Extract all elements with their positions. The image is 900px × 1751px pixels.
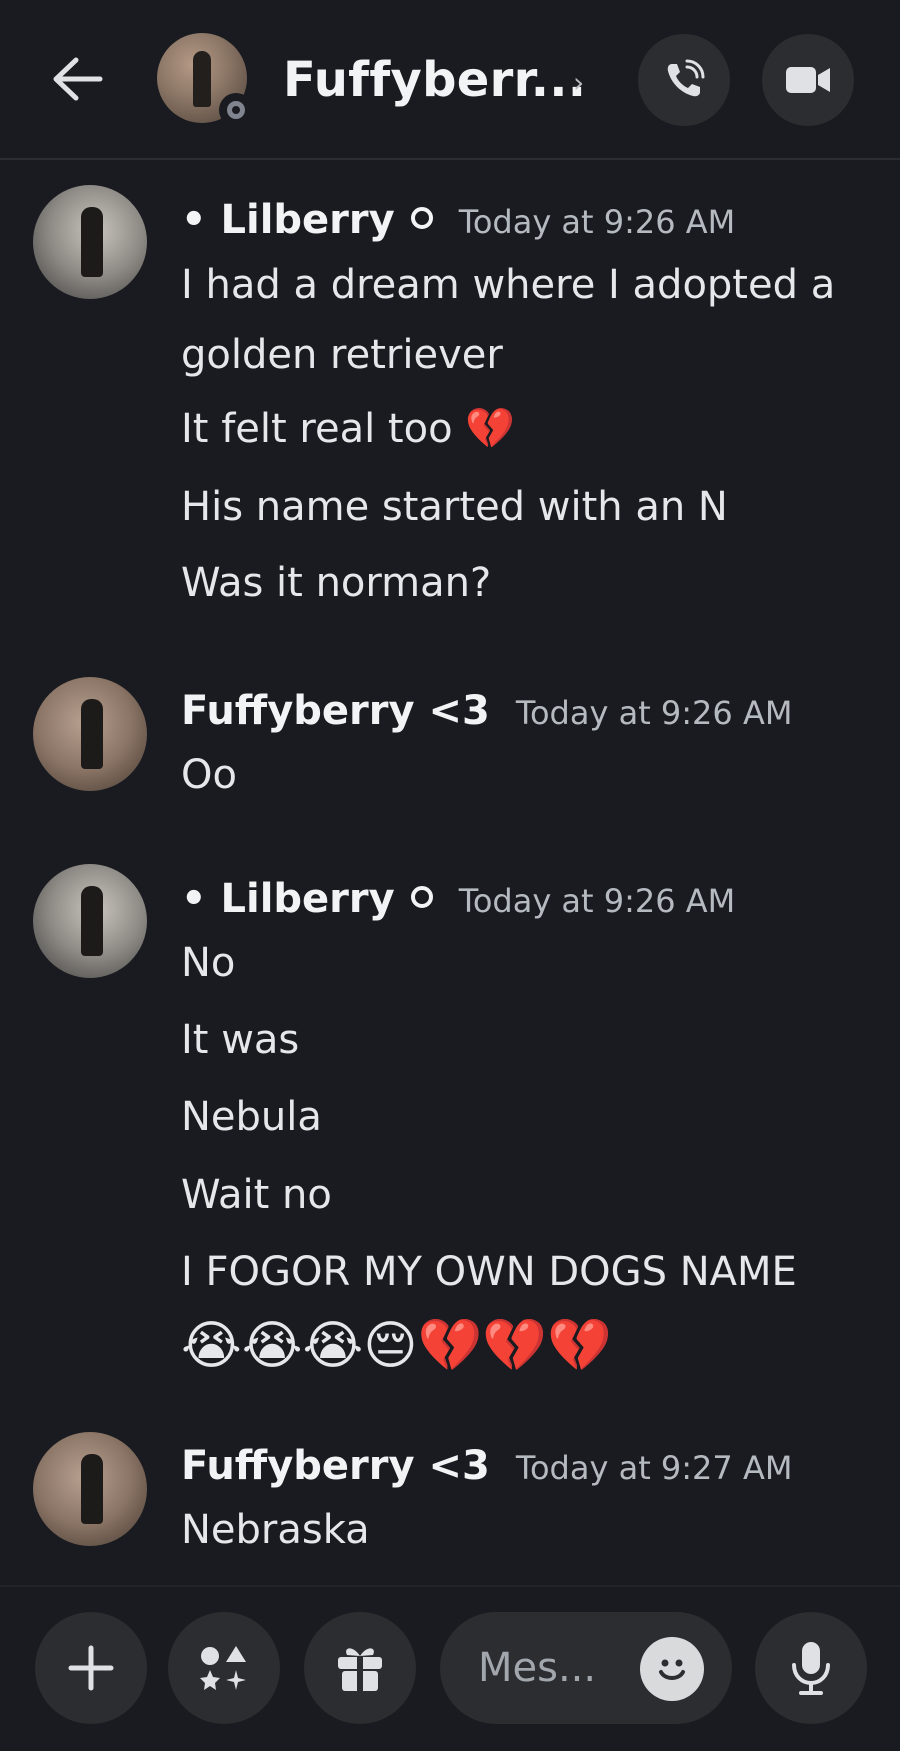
add-attachment-button[interactable]	[35, 1612, 147, 1724]
username[interactable]: Fuffyberry <3	[181, 688, 490, 734]
gift-icon	[338, 1648, 382, 1691]
apps-button[interactable]	[168, 1612, 280, 1724]
offline-status-icon	[227, 101, 245, 119]
status-indicator	[219, 93, 253, 127]
message-header: • Lilberry Today at 9:26 AM	[181, 197, 735, 257]
back-button[interactable]	[48, 50, 106, 108]
circle-badge-icon	[410, 886, 433, 908]
video-call-button[interactable]	[762, 34, 854, 126]
message-line: Nebraska	[181, 1507, 370, 1553]
chat-header: Fuffyberr... ›	[0, 0, 900, 160]
message-line: It felt real too 💔	[181, 406, 516, 452]
message-line: Was it norman?	[181, 560, 492, 606]
avatar[interactable]	[33, 677, 147, 791]
message-line: No	[181, 940, 236, 986]
avatar[interactable]	[33, 864, 147, 978]
channel-title[interactable]: Fuffyberr...	[283, 52, 586, 108]
timestamp: Today at 9:27 AM	[515, 1449, 793, 1487]
voice-message-button[interactable]	[755, 1612, 867, 1724]
avatar-figure	[81, 886, 103, 956]
video-camera-icon	[786, 67, 830, 93]
composer-bar: Mes...	[0, 1585, 900, 1751]
emoji-line: 😭😭😭😔💔💔💔	[181, 1316, 612, 1376]
username[interactable]: • Lilberry	[181, 197, 395, 243]
message-line: I had a dream where I adopted a	[181, 262, 836, 308]
timestamp: Today at 9:26 AM	[458, 203, 736, 241]
emoji-smile-icon	[659, 1659, 685, 1680]
avatar[interactable]	[33, 1432, 147, 1546]
avatar-figure	[81, 1454, 103, 1524]
apps-icon	[200, 1646, 246, 1690]
message-input[interactable]: Mes...	[440, 1612, 732, 1724]
gift-button[interactable]	[304, 1612, 416, 1724]
username[interactable]: • Lilberry	[181, 876, 395, 922]
plus-icon	[68, 1645, 114, 1691]
message-line: golden retriever	[181, 332, 503, 378]
message-line: Nebula	[181, 1094, 322, 1140]
microphone-icon	[792, 1642, 830, 1695]
message-line: His name started with an N	[181, 484, 728, 530]
timestamp: Today at 9:26 AM	[458, 882, 736, 920]
message-header: Fuffyberry <3 Today at 9:27 AM	[181, 1443, 792, 1503]
message-line: It was	[181, 1017, 300, 1063]
avatar[interactable]	[33, 185, 147, 299]
avatar-figure	[193, 51, 211, 107]
message-line: I FOGOR MY OWN DOGS NAME	[181, 1249, 797, 1295]
emoji-picker-button[interactable]	[640, 1637, 704, 1701]
circle-badge-icon	[410, 207, 433, 229]
username[interactable]: Fuffyberry <3	[181, 1443, 490, 1489]
arrow-left-icon	[53, 57, 103, 101]
voice-call-button[interactable]	[638, 34, 730, 126]
message-header: Fuffyberry <3 Today at 9:26 AM	[181, 688, 792, 748]
message-line: Oo	[181, 752, 237, 798]
timestamp: Today at 9:26 AM	[515, 694, 793, 732]
message-header: • Lilberry Today at 9:26 AM	[181, 876, 735, 936]
message-line: Wait no	[181, 1172, 332, 1218]
avatar-figure	[81, 699, 103, 769]
channel-avatar[interactable]	[157, 33, 253, 127]
message-input-placeholder: Mes...	[478, 1645, 597, 1691]
chevron-right-icon[interactable]: ›	[573, 66, 584, 99]
avatar-figure	[81, 207, 103, 277]
phone-call-icon	[667, 59, 705, 97]
